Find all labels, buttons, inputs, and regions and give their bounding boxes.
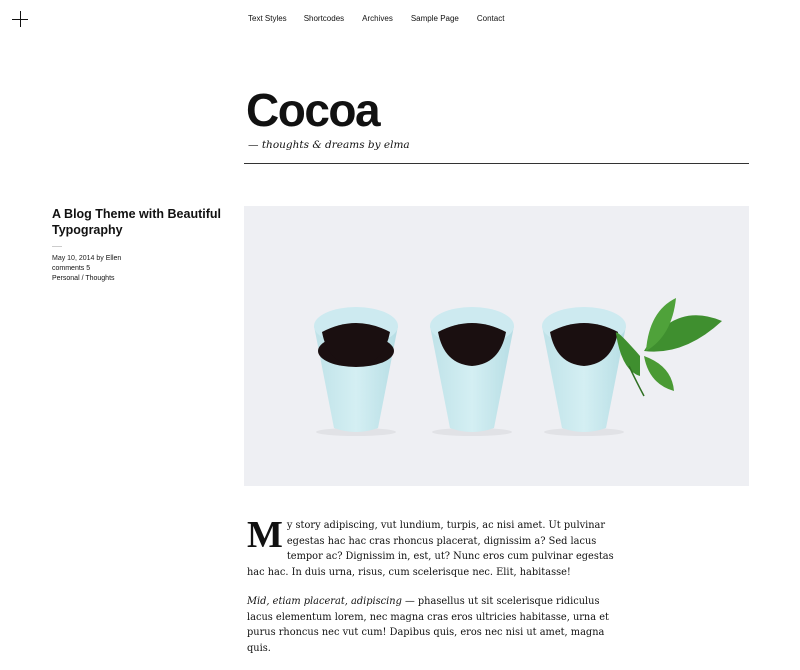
coffee-cups-illustration <box>244 206 749 486</box>
meta-divider <box>52 246 62 247</box>
top-navigation: Text Styles Shortcodes Archives Sample P… <box>248 14 522 23</box>
header-divider <box>244 163 749 164</box>
paragraph-1-text: y story adipiscing, vut lundium, turpis,… <box>247 520 614 578</box>
post-author[interactable]: Ellen <box>106 255 122 262</box>
post-date[interactable]: May 10, 2014 <box>52 255 94 262</box>
post-comments[interactable]: comments 5 <box>52 265 90 272</box>
dropcap: M <box>247 514 283 556</box>
nav-item-shortcodes[interactable]: Shortcodes <box>304 14 344 23</box>
post-categories[interactable]: Personal / Thoughts <box>52 275 115 282</box>
nav-item-sample-page[interactable]: Sample Page <box>411 14 459 23</box>
post-title[interactable]: A Blog Theme with Beautiful Typography <box>52 206 232 238</box>
post-meta: May 10, 2014 by Ellen comments 5 Persona… <box>52 254 121 284</box>
post-by: by <box>96 255 104 262</box>
site-tagline: — thoughts & dreams by elma <box>248 139 410 151</box>
nav-item-archives[interactable]: Archives <box>362 14 393 23</box>
post-content: M y story adipiscing, vut lundium, turpi… <box>247 514 627 670</box>
nav-item-contact[interactable]: Contact <box>477 14 505 23</box>
three-coffee-cups-photo[interactable] <box>244 206 749 486</box>
site-title[interactable]: Cocoa <box>246 82 381 138</box>
plus-icon[interactable] <box>12 11 28 27</box>
paragraph-2: Mid, etiam placerat, adipiscing — phasel… <box>247 594 627 656</box>
nav-item-text-styles[interactable]: Text Styles <box>248 14 287 23</box>
paragraph-1: M y story adipiscing, vut lundium, turpi… <box>247 514 627 580</box>
paragraph-2-italic: Mid, etiam placerat, adipiscing <box>247 596 402 607</box>
post-date-line: May 10, 2014 by Ellen <box>52 254 121 264</box>
